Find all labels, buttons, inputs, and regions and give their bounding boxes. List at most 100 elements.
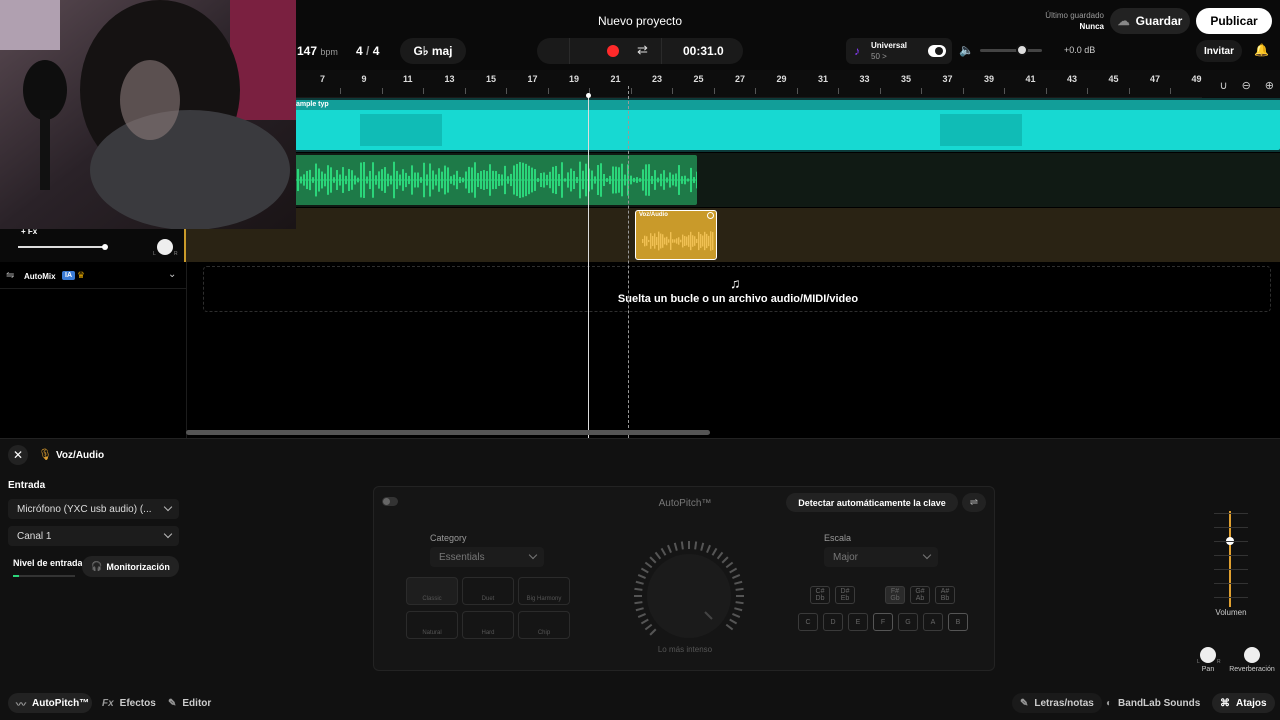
sample-track-lane[interactable]: ample typ [186, 98, 1280, 152]
waveform-bar [558, 173, 560, 187]
key-selector[interactable]: G♭ maj [400, 38, 466, 64]
time-signature[interactable]: 4 / 4 [356, 44, 379, 58]
waveform-bar [591, 170, 593, 190]
category-big-harmony[interactable]: Big Harmony [518, 577, 570, 605]
category-select[interactable]: Essentials [430, 547, 544, 567]
waveform-bar [664, 237, 666, 245]
ruler-label: 31 [818, 74, 829, 84]
intensity-knob[interactable] [632, 539, 746, 653]
track-pan-knob[interactable] [157, 239, 173, 255]
zoom-out-icon[interactable]: ⊖ [1242, 79, 1251, 92]
scale-select[interactable]: Major [824, 547, 938, 567]
waveform-bar [585, 163, 587, 197]
lyrics-button[interactable]: ✎ Letras/notas [1012, 693, 1102, 713]
tab-autopitch[interactable]: 〰 AutoPitch™ [8, 693, 92, 713]
timeline-ruler[interactable]: 7 9 11 13 15 17 19 21 23 25 27 29 31 33 35 37 39 41 43 45 47… [296, 70, 1280, 98]
drop-zone[interactable]: ♫ Suelta un bucle o un archivo audio/MID… [203, 266, 1271, 312]
waveform-bar [516, 163, 518, 197]
ruler-label: 47 [1150, 74, 1161, 84]
automix-row[interactable]: ⇋ AutoMix IA ♛ ⌄ [0, 265, 186, 289]
settings-sliders-icon[interactable]: ⇌ [962, 493, 986, 512]
knob-tick [716, 551, 724, 560]
waveform-bar [684, 175, 686, 185]
track-volume-slider[interactable] [18, 244, 108, 250]
key-natural[interactable]: E [848, 613, 868, 631]
project-title[interactable]: Nuevo proyecto [540, 14, 740, 28]
waveform-bar [692, 235, 694, 247]
chevron-down-icon[interactable]: ⌄ [168, 269, 176, 280]
track-volume-fader[interactable] [1226, 511, 1234, 607]
green-track-lane[interactable] [186, 153, 1280, 207]
ruler-label: 41 [1025, 74, 1036, 84]
detect-key-button[interactable]: Detectar automáticamente la clave [786, 493, 958, 512]
category-chip[interactable]: Chip [518, 611, 570, 639]
key-natural[interactable]: D [823, 613, 843, 631]
key-sharp[interactable]: A# Bb [935, 586, 955, 604]
sample-clip[interactable]: ample typ [294, 100, 1280, 150]
bandlab-sounds-button[interactable]: ◐ BandLab Sounds [1106, 693, 1200, 713]
invite-button[interactable]: Invitar [1196, 40, 1242, 62]
category-duet[interactable]: Duet [462, 577, 514, 605]
knob-tick [700, 542, 705, 551]
time-sig-sep: / [366, 44, 370, 58]
playhead-handle[interactable] [586, 93, 591, 98]
waveform-bar [450, 176, 452, 184]
input-device-value: Micrófono (YXC usb audio) (... [17, 503, 152, 515]
zoom-in-icon[interactable]: ⊕ [1265, 79, 1274, 92]
tempo[interactable]: 147 bpm [297, 44, 338, 58]
knob-tick [635, 607, 644, 612]
ruler-tick [1128, 88, 1130, 94]
sample-clip-label: ample typ [296, 101, 329, 108]
shortcuts-button[interactable]: ⌘ Atajos [1212, 693, 1275, 713]
input-channel-select[interactable]: Canal 1 [8, 526, 179, 546]
pan-knob[interactable] [1200, 647, 1216, 663]
waveform-bar [315, 163, 317, 197]
ruler-tick [630, 88, 632, 94]
key-sharp[interactable]: C# Db [810, 586, 830, 604]
record-button[interactable] [607, 45, 619, 57]
key-natural[interactable]: A [923, 613, 943, 631]
waveform-bar [660, 233, 662, 249]
category-hard[interactable]: Hard [462, 611, 514, 639]
pan-r: R [174, 251, 178, 257]
key-natural[interactable]: C [798, 613, 818, 631]
ruler-label: 27 [735, 74, 746, 84]
waveform-bar [706, 233, 708, 249]
tab-editor[interactable]: ✎ Editor [168, 693, 211, 713]
key-natural[interactable]: F [873, 613, 893, 631]
track-volume-handle[interactable] [102, 244, 108, 250]
key-natural[interactable]: G [898, 613, 918, 631]
green-clip[interactable] [294, 155, 697, 205]
category-natural[interactable]: Natural [406, 611, 458, 639]
close-icon[interactable]: ✕ [8, 445, 28, 465]
voice-track-lane[interactable]: Voz/Audio [186, 208, 1280, 262]
bell-icon[interactable]: 🔔 [1254, 43, 1269, 57]
save-button[interactable]: ☁ Guardar [1110, 8, 1190, 34]
key-natural[interactable]: B [948, 613, 968, 631]
clip-loop-handle[interactable] [707, 212, 714, 219]
monitor-button[interactable]: 🎧 Monitorización [82, 556, 179, 577]
instrument-toggle[interactable] [928, 45, 946, 57]
key-sharp[interactable]: D# Eb [835, 586, 855, 604]
master-volume-slider[interactable] [980, 44, 1042, 56]
category-classic[interactable]: Classic [406, 577, 458, 605]
reverb-knob[interactable] [1244, 647, 1260, 663]
waveform-bar [567, 172, 569, 188]
waveform-bar [321, 171, 323, 189]
instrument-selector[interactable]: ♪ Universal 50 > [846, 38, 952, 64]
tab-effects[interactable]: Fx Efectos [102, 693, 156, 713]
timeline-scrollbar[interactable] [186, 430, 710, 435]
publish-button[interactable]: Publicar [1196, 8, 1272, 34]
voice-clip[interactable]: Voz/Audio [635, 210, 717, 260]
playhead[interactable] [588, 95, 589, 438]
input-device-select[interactable]: Micrófono (YXC usb audio) (... [8, 499, 179, 519]
key-sharp[interactable]: F# Gb [885, 586, 905, 604]
master-gain: +0.0 dB [1064, 45, 1096, 55]
speaker-icon[interactable]: 🔈 [959, 43, 974, 57]
volume-handle[interactable] [1016, 44, 1028, 56]
loop-icon[interactable]: ⇄ [637, 42, 648, 58]
magnet-icon[interactable]: ∪ [1220, 79, 1228, 92]
key-sharp[interactable]: G# Ab [910, 586, 930, 604]
waveform-bar [522, 162, 524, 198]
waveform-bar [474, 162, 476, 198]
